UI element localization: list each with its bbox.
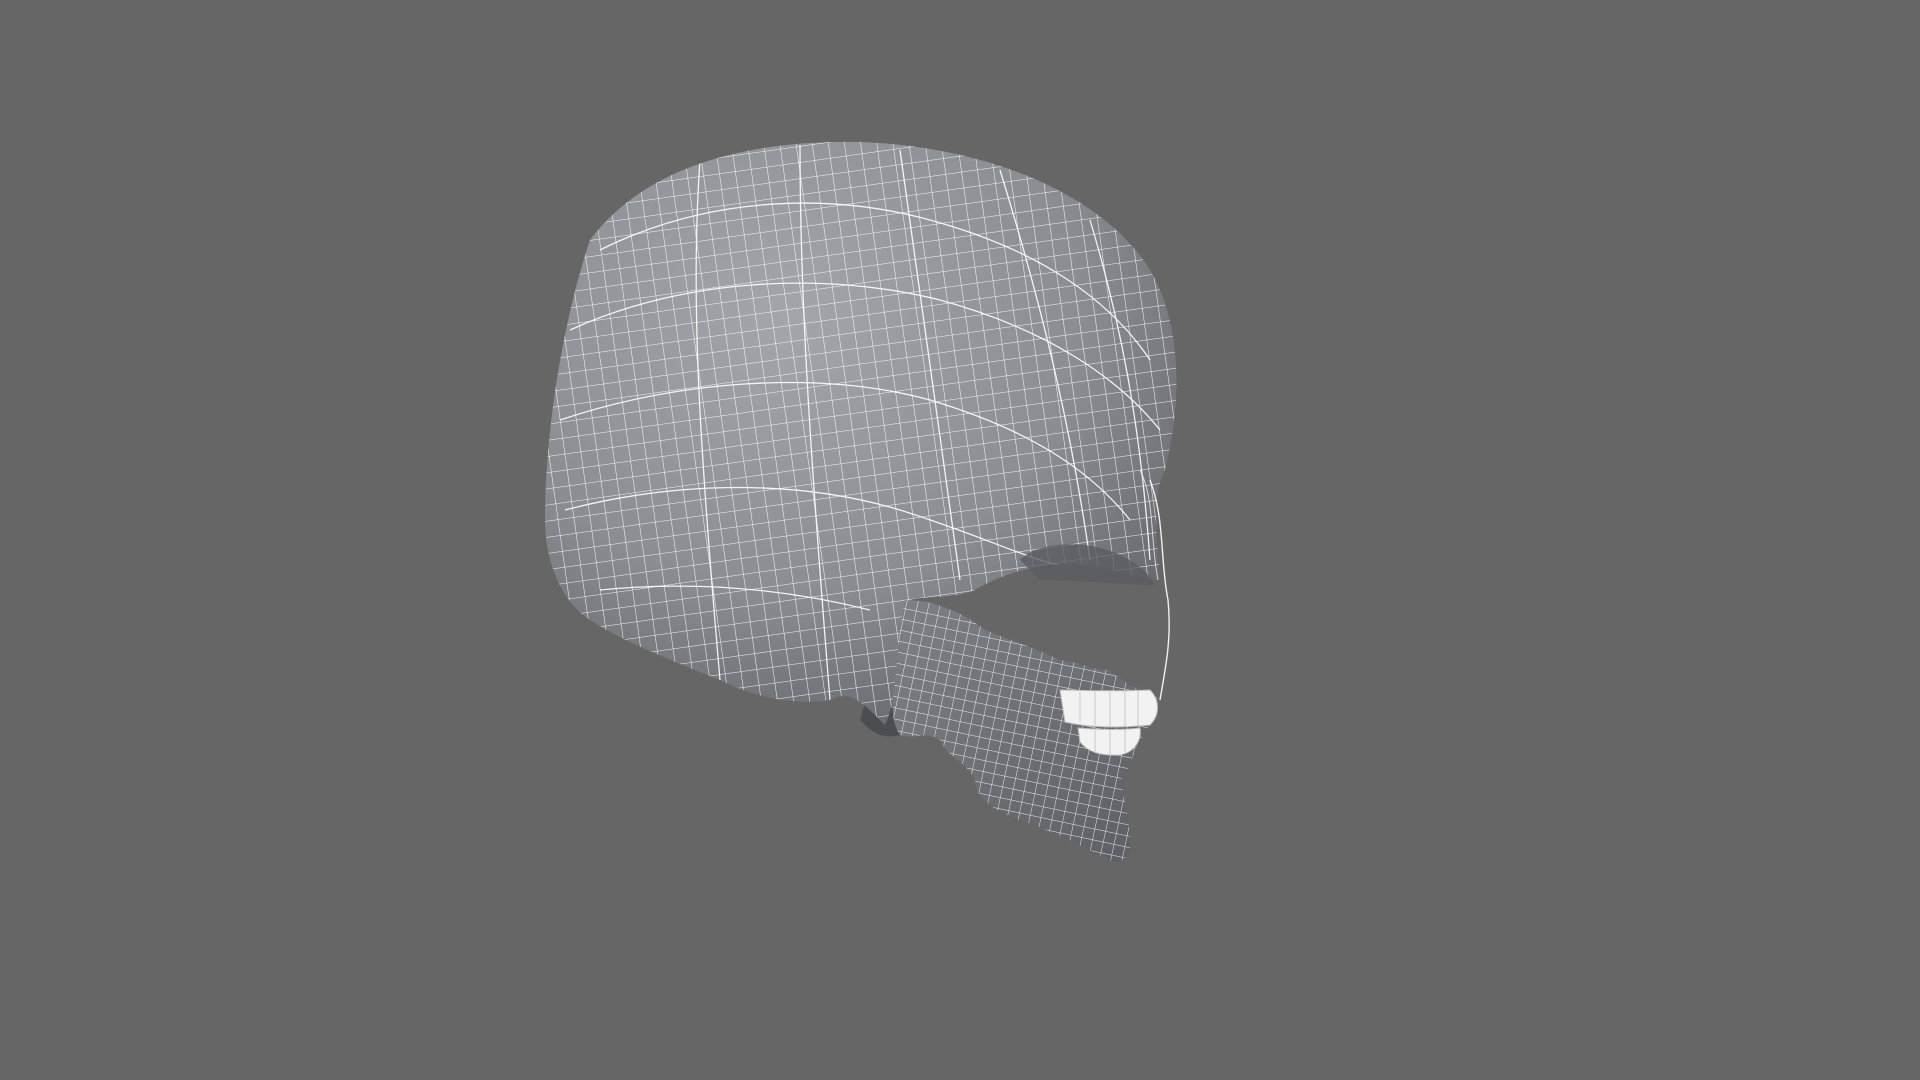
render-viewport <box>0 0 1920 1080</box>
skull-wireframe-render <box>545 141 1177 862</box>
cranium-mesh <box>545 141 1177 726</box>
